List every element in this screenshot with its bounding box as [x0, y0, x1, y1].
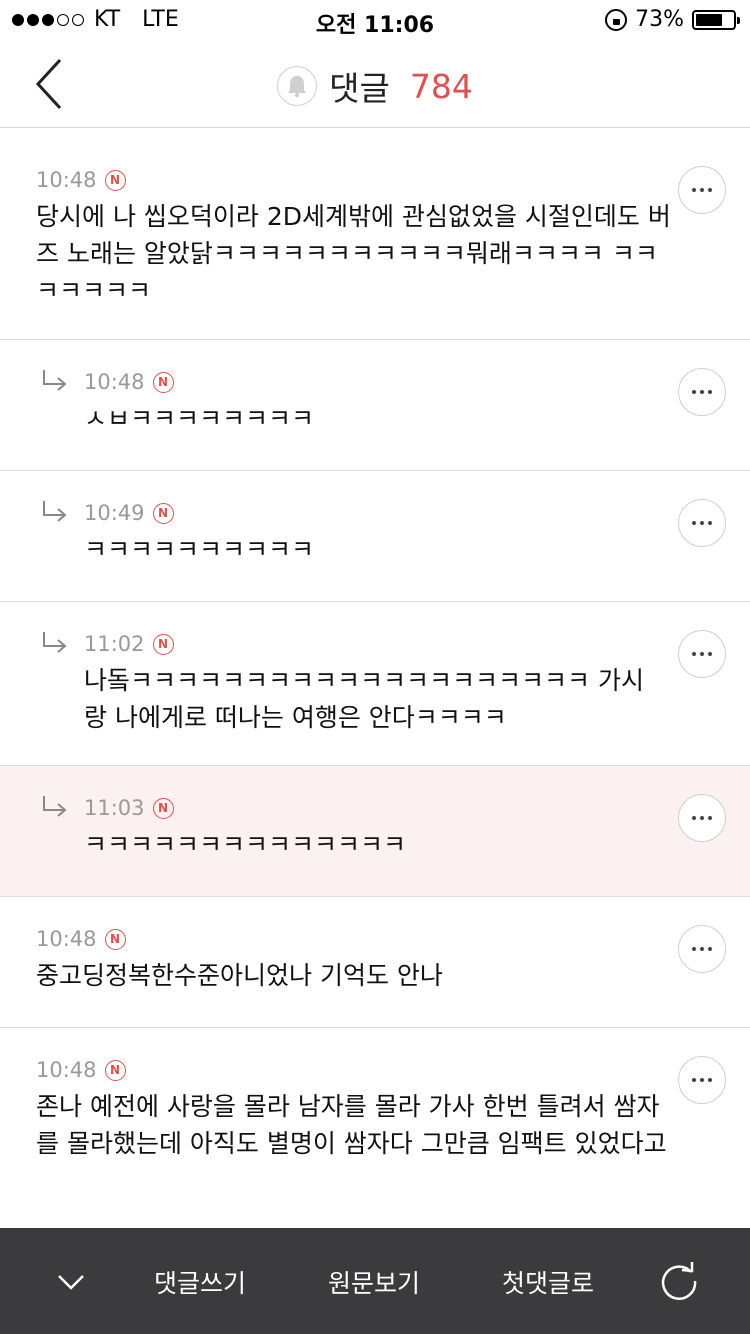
bell-icon[interactable]	[277, 66, 318, 106]
comment-time: 11:02	[84, 632, 145, 656]
refresh-icon[interactable]	[658, 1260, 700, 1302]
comment-meta: 11:02 N	[84, 632, 664, 656]
more-options-button[interactable]	[678, 1056, 726, 1104]
comment-meta: 10:48 N	[84, 370, 664, 394]
new-badge-icon: N	[152, 797, 174, 819]
first-comment-button[interactable]: 첫댓글로	[502, 1264, 594, 1300]
new-badge-icon: N	[152, 371, 174, 393]
reply-item-highlighted: 11:03 N ㅋㅋㅋㅋㅋㅋㅋㅋㅋㅋㅋㅋㅋㅋ	[0, 766, 750, 897]
write-comment-button[interactable]: 댓글쓰기	[154, 1264, 246, 1300]
rotation-lock-icon	[605, 8, 628, 31]
new-badge-icon: N	[104, 1059, 126, 1081]
comment-text: ㅅㅂㅋㅋㅋㅋㅋㅋㅋㅋ	[84, 404, 315, 433]
reply-arrow-icon	[43, 370, 67, 391]
more-options-button[interactable]	[678, 630, 726, 678]
comment-text: 나돜ㅋㅋㅋㅋㅋㅋㅋㅋㅋㅋㅋㅋㅋㅋㅋㅋㅋㅋㅋㅋ 가시랑 나에게로 떠나는 여행은 …	[84, 666, 644, 732]
comment-item: 10:48 N 존나 예전에 사랑을 몰라 남자를 몰라 가사 한번 틀려서 쌈…	[0, 1028, 750, 1228]
view-original-button[interactable]: 원문보기	[328, 1264, 420, 1300]
bottom-toolbar: 댓글쓰기 원문보기 첫댓글로	[0, 1228, 750, 1334]
more-options-button[interactable]	[678, 368, 726, 416]
comment-meta: 10:48 N	[36, 168, 676, 192]
new-badge-icon: N	[152, 502, 174, 524]
comment-count: 784	[409, 66, 473, 106]
new-badge-icon: N	[152, 633, 174, 655]
reply-arrow-icon	[43, 796, 67, 817]
new-badge-icon: N	[104, 928, 126, 950]
comment-meta: 10:48 N	[36, 1058, 676, 1082]
reply-arrow-icon	[43, 501, 67, 522]
status-bar: KT LTE 오전 11:06 73%	[0, 0, 750, 40]
comment-item: 10:48 N 중고딩정복한수준아니었나 기억도 안나	[0, 897, 750, 1028]
comment-text: 존나 예전에 사랑을 몰라 남자를 몰라 가사 한번 틀려서 쌈자를 몰라했는데…	[36, 1092, 667, 1158]
battery-percent: 73%	[635, 7, 684, 32]
nav-title-group: 댓글 784	[0, 62, 750, 110]
comment-meta: 10:49 N	[84, 501, 664, 525]
nav-bar: 댓글 784	[0, 40, 750, 128]
comment-time: 10:48	[36, 168, 97, 192]
comment-meta: 11:03 N	[84, 796, 664, 820]
comment-item: 10:48 N 당시에 나 씹오덕이라 2D세계밖에 관심없었을 시절인데도 버…	[0, 128, 750, 340]
reply-item: 10:48 N ㅅㅂㅋㅋㅋㅋㅋㅋㅋㅋ	[0, 340, 750, 471]
reply-item: 10:49 N ㅋㅋㅋㅋㅋㅋㅋㅋㅋㅋ	[0, 471, 750, 602]
comment-time: 10:48	[84, 370, 145, 394]
comment-text: 당시에 나 씹오덕이라 2D세계밖에 관심없었을 시절인데도 버즈 노래는 알았…	[36, 202, 671, 305]
comment-text: ㅋㅋㅋㅋㅋㅋㅋㅋㅋㅋ	[84, 535, 315, 564]
comment-time: 11:03	[84, 796, 145, 820]
comment-time: 10:48	[36, 1058, 97, 1082]
comment-time: 10:49	[84, 501, 145, 525]
status-right: 73%	[605, 7, 740, 32]
battery-fill	[696, 13, 723, 26]
more-options-button[interactable]	[678, 166, 726, 214]
chevron-down-icon[interactable]	[56, 1266, 86, 1296]
more-options-button[interactable]	[678, 499, 726, 547]
reply-item: 11:02 N 나돜ㅋㅋㅋㅋㅋㅋㅋㅋㅋㅋㅋㅋㅋㅋㅋㅋㅋㅋㅋㅋ 가시랑 나에게로 …	[0, 602, 750, 766]
comment-time: 10:48	[36, 927, 97, 951]
comment-list: 10:48 N 당시에 나 씹오덕이라 2D세계밖에 관심없었을 시절인데도 버…	[0, 128, 750, 1228]
battery-icon	[692, 9, 740, 30]
comment-meta: 10:48 N	[36, 927, 676, 951]
more-options-button[interactable]	[678, 794, 726, 842]
reply-arrow-icon	[43, 632, 67, 653]
new-badge-icon: N	[104, 169, 126, 191]
page-title: 댓글	[329, 69, 390, 108]
comment-text: 중고딩정복한수준아니었나 기억도 안나	[36, 961, 443, 990]
comment-text: ㅋㅋㅋㅋㅋㅋㅋㅋㅋㅋㅋㅋㅋㅋ	[84, 830, 407, 859]
more-options-button[interactable]	[678, 925, 726, 973]
